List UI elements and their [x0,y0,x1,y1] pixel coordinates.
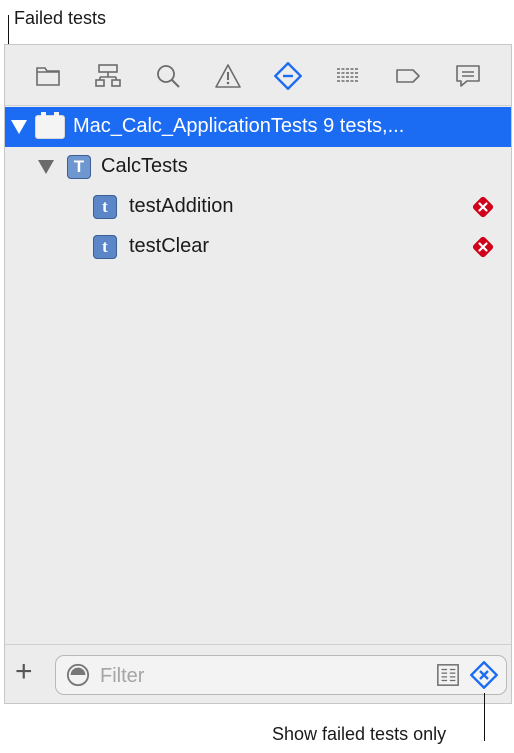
recent-files-icon[interactable] [436,663,460,687]
tree-row-group[interactable]: T CalcTests [5,147,511,187]
tree-row-label: testClear [129,235,210,257]
disclosure-triangle-icon[interactable] [38,160,54,174]
tree-row-test[interactable]: t testAddition [5,187,511,227]
test-class-icon: T [67,155,91,179]
failed-tests-callout: Failed tests [14,8,107,28]
tree-row-label: testAddition [129,195,234,217]
hierarchy-icon[interactable] [93,61,123,91]
warning-icon[interactable] [213,61,243,91]
callout-line-bottom [484,693,485,741]
test-method-icon: t [93,195,117,219]
show-failed-tests-icon[interactable] [470,661,498,689]
test-failed-icon[interactable] [471,195,495,219]
tree-row-test[interactable]: t testClear [5,227,511,267]
tree-row-label: CalcTests [101,155,188,177]
breakpoint-icon[interactable] [393,61,423,91]
report-icon[interactable] [453,61,483,91]
debug-icon[interactable] [333,61,363,91]
navigator-toolbar [5,45,511,106]
filter-bar: + [5,644,511,703]
search-icon[interactable] [153,61,183,91]
test-bundle-icon [35,112,65,139]
filter-scope-icon[interactable] [66,663,90,687]
test-method-icon: t [93,235,117,259]
test-navigator-icon[interactable] [273,61,303,91]
show-failed-only-callout: Show failed tests only [272,724,447,744]
filter-field [55,655,507,695]
tree-row-root[interactable]: Mac_Calc_ApplicationTests 9 tests,... [5,107,511,147]
filter-input[interactable] [98,662,422,690]
folder-icon[interactable] [33,61,63,91]
tree-row-label: Mac_Calc_ApplicationTests 9 tests,... [73,115,405,137]
disclosure-triangle-icon[interactable] [11,120,27,134]
add-icon[interactable]: + [15,657,33,687]
test-navigator-panel: Mac_Calc_ApplicationTests 9 tests,... T … [4,44,512,704]
test-failed-icon[interactable] [471,235,495,259]
